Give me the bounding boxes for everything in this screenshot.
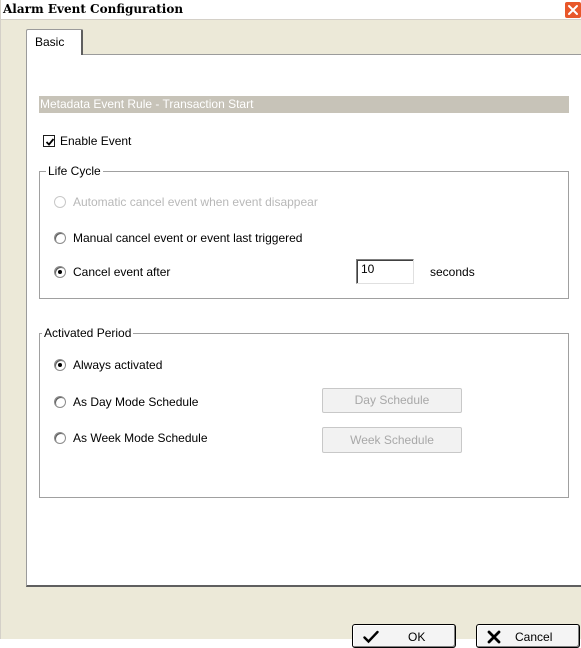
close-icon [568, 5, 578, 15]
radio-auto-cancel[interactable] [54, 196, 66, 208]
radio-week-mode[interactable] [54, 432, 66, 444]
cancel-button[interactable]: Cancel [476, 624, 580, 648]
auto-cancel-label: Automatic cancel event when event disapp… [73, 195, 318, 209]
radio-selected-dot [58, 363, 62, 367]
tab-basic-label: Basic [35, 35, 65, 49]
ok-button[interactable]: OK [352, 624, 456, 648]
window-title: Alarm Event Configuration [3, 2, 184, 16]
cancel-button-label: Cancel [515, 630, 553, 644]
manual-cancel-label: Manual cancel event or event last trigge… [73, 231, 303, 245]
ok-button-label: OK [408, 630, 426, 644]
week-schedule-button[interactable]: Week Schedule [322, 427, 462, 453]
activated-period-title: Activated Period [42, 326, 134, 340]
radio-always-activated[interactable] [54, 359, 66, 371]
week-mode-label: As Week Mode Schedule [73, 431, 208, 445]
enable-event-label: Enable Event [60, 134, 132, 148]
cancel-after-label: Cancel event after [73, 265, 171, 279]
x-icon [487, 630, 501, 644]
radio-cancel-after[interactable] [54, 266, 66, 278]
enable-event-checkbox[interactable] [43, 135, 55, 147]
cancel-after-seconds-input[interactable]: 10 [356, 259, 414, 284]
title-bar[interactable]: Alarm Event Configuration [1, 0, 581, 20]
life-cycle-title: Life Cycle [46, 164, 103, 178]
radio-day-mode[interactable] [54, 396, 66, 408]
radio-manual-cancel[interactable] [54, 232, 66, 244]
checkmark-icon [45, 138, 55, 146]
radio-selected-dot [58, 270, 62, 274]
day-mode-label: As Day Mode Schedule [73, 395, 199, 409]
seconds-unit-label: seconds [430, 265, 475, 279]
alarm-event-dialog: Alarm Event Configuration Basic Metadata… [0, 0, 581, 648]
day-schedule-button[interactable]: Day Schedule [322, 388, 462, 413]
rule-header: Metadata Event Rule - Transaction Start [39, 96, 569, 113]
tab-basic[interactable]: Basic [26, 29, 83, 55]
always-activated-label: Always activated [73, 358, 163, 372]
checkmark-icon [363, 630, 379, 644]
close-button[interactable] [564, 1, 581, 19]
